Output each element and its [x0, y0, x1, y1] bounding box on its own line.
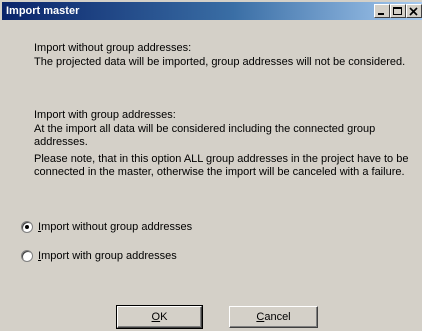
import-master-dialog: Import master Import without group addre… — [0, 0, 422, 331]
ok-button[interactable]: OK — [116, 305, 203, 329]
with-note: Please note, that in this option ALL gro… — [34, 153, 409, 178]
minimize-icon[interactable] — [374, 4, 390, 18]
with-heading: Import with group addresses: — [34, 109, 176, 121]
button-label: ancel — [264, 311, 291, 323]
window-controls — [374, 4, 422, 18]
window-title: Import master — [6, 5, 80, 17]
radio-import-without-group-addresses[interactable]: Import without group addresses — [21, 220, 192, 234]
mnemonic-letter: O — [151, 311, 161, 323]
radio-button[interactable] — [21, 221, 33, 233]
radio-label[interactable]: Import with group addresses — [38, 250, 177, 262]
radio-selected-dot — [25, 225, 29, 229]
label-text: mport with group addresses — [41, 250, 177, 262]
cancel-button[interactable]: Cancel — [229, 306, 318, 328]
label-text: mport without group addresses — [41, 221, 193, 233]
button-label: K — [160, 311, 168, 323]
with-description: At the import all data will be considere… — [34, 123, 376, 148]
radio-button[interactable] — [21, 250, 33, 262]
title-bar[interactable]: Import master — [2, 2, 422, 20]
without-description: The projected data will be imported, gro… — [34, 56, 406, 68]
close-icon[interactable] — [406, 4, 422, 18]
without-heading: Import without group addresses: — [34, 42, 192, 54]
maximize-icon[interactable] — [390, 4, 406, 18]
radio-import-with-group-addresses[interactable]: Import with group addresses — [21, 249, 177, 263]
radio-label[interactable]: Import without group addresses — [38, 221, 192, 233]
